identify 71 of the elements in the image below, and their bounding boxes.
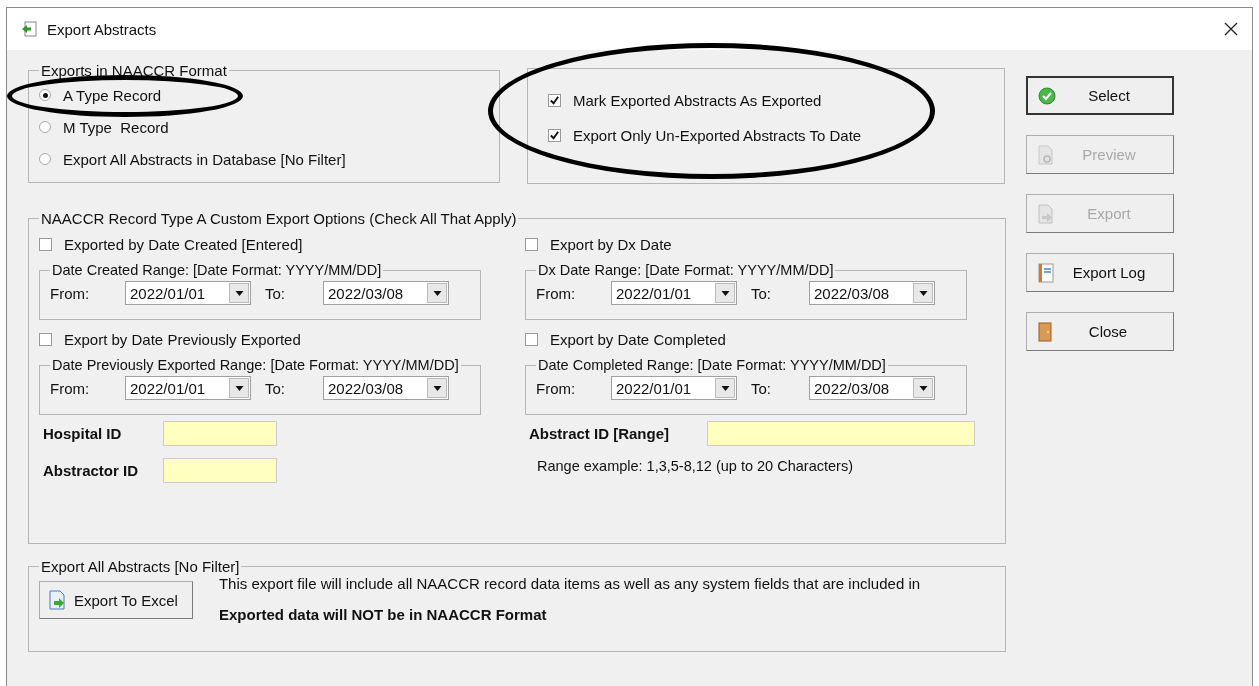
date-picker[interactable]: 2022/03/08	[323, 376, 449, 400]
door-icon	[1037, 321, 1053, 342]
radio-label: M Type Record	[63, 118, 169, 136]
document-arrow-icon	[1037, 203, 1055, 224]
date-picker[interactable]: 2022/03/08	[809, 281, 935, 305]
checkbox[interactable]	[548, 129, 561, 142]
date-picker[interactable]: 2022/03/08	[809, 376, 935, 400]
checkbox[interactable]	[548, 94, 561, 107]
radio-button[interactable]	[39, 89, 51, 101]
checkbox[interactable]	[39, 333, 52, 346]
radio-label: Export All Abstracts in Database [No Filter]	[63, 150, 346, 168]
from-label: From:	[50, 379, 91, 397]
from-label: From:	[50, 284, 91, 302]
checkbox-label: Export by Date Completed	[550, 331, 726, 348]
input-field[interactable]	[707, 421, 975, 446]
to-label: To:	[751, 379, 772, 397]
input-field[interactable]	[163, 421, 277, 446]
checkbox-label: Export by Date Previously Exported	[64, 331, 301, 348]
checkbox[interactable]	[39, 238, 52, 251]
dropdown-icon	[234, 385, 244, 391]
checkbox-label: Export Only Un-Exported Abstracts To Date	[573, 127, 862, 144]
app-icon	[21, 21, 37, 37]
warning-text: Exported data will NOT be in NAACCR Format	[218, 606, 548, 623]
field-label: Hospital ID	[43, 425, 123, 442]
radio-button[interactable]	[39, 121, 51, 133]
input-field[interactable]	[163, 458, 277, 483]
date-picker[interactable]: 2022/03/08	[323, 281, 449, 305]
notebook-icon	[1037, 262, 1055, 283]
checkbox-label: Export by Dx Date	[550, 236, 672, 253]
checkbox[interactable]	[525, 333, 538, 346]
window-title: Export Abstracts	[47, 20, 158, 38]
dropdown-icon	[234, 290, 244, 296]
group-title: NAACCR Record Type A Custom Export Options (Check All That Apply)	[40, 210, 518, 227]
radio-button[interactable]	[39, 153, 51, 165]
dropdown-icon	[432, 385, 442, 391]
to-label: To:	[751, 284, 772, 302]
group-title: Date Previously Exported Range: [Date Format: YYYY/MM/DD]	[51, 357, 460, 373]
to-label: To:	[265, 284, 286, 302]
check-icon	[1038, 86, 1056, 105]
dropdown-icon	[918, 385, 928, 391]
to-label: To:	[265, 379, 286, 397]
radio-label: A Type Record	[63, 86, 162, 104]
action-button[interactable]: Close	[1026, 312, 1174, 351]
close-icon[interactable]	[1224, 22, 1238, 36]
document-search-icon	[1037, 144, 1055, 165]
hint-text: Range example: 1,3,5-8,12 (up to 20 Characters)	[536, 458, 854, 474]
checkbox[interactable]	[525, 238, 538, 251]
dropdown-icon	[720, 385, 730, 391]
checkbox-label: Exported by Date Created [Entered]	[64, 236, 303, 253]
dropdown-icon	[432, 290, 442, 296]
group-title: Dx Date Range: [Date Format: YYYY/MM/DD]	[537, 262, 835, 278]
from-label: From:	[536, 284, 577, 302]
field-label: Abstract ID [Range]	[529, 425, 671, 442]
action-button[interactable]: Select	[1026, 76, 1174, 115]
from-label: From:	[536, 379, 577, 397]
date-picker[interactable]: 2022/01/01	[611, 376, 737, 400]
group-title: Date Created Range: [Date Format: YYYY/MM/DD]	[51, 262, 383, 278]
export-to-excel-button[interactable]: Export To Excel	[39, 581, 193, 619]
info-text: This export file will include all NAACCR record data items as well as any system fields that are included in	[218, 575, 921, 592]
dropdown-icon	[918, 290, 928, 296]
action-button[interactable]: Export Log	[1026, 253, 1174, 292]
field-label: Abstractor ID	[43, 462, 140, 479]
spreadsheet-icon	[48, 590, 66, 610]
date-picker[interactable]: 2022/01/01	[125, 376, 251, 400]
date-picker[interactable]: 2022/01/01	[611, 281, 737, 305]
date-picker[interactable]: 2022/01/01	[125, 281, 251, 305]
group-title: Export All Abstracts [No Filter]	[40, 558, 241, 575]
checkbox-label: Mark Exported Abstracts As Exported	[573, 92, 822, 109]
dropdown-icon	[720, 290, 730, 296]
group-title: Exports in NAACCR Format	[40, 62, 228, 79]
group-title: Date Completed Range: [Date Format: YYYY/MM/DD]	[537, 357, 887, 373]
